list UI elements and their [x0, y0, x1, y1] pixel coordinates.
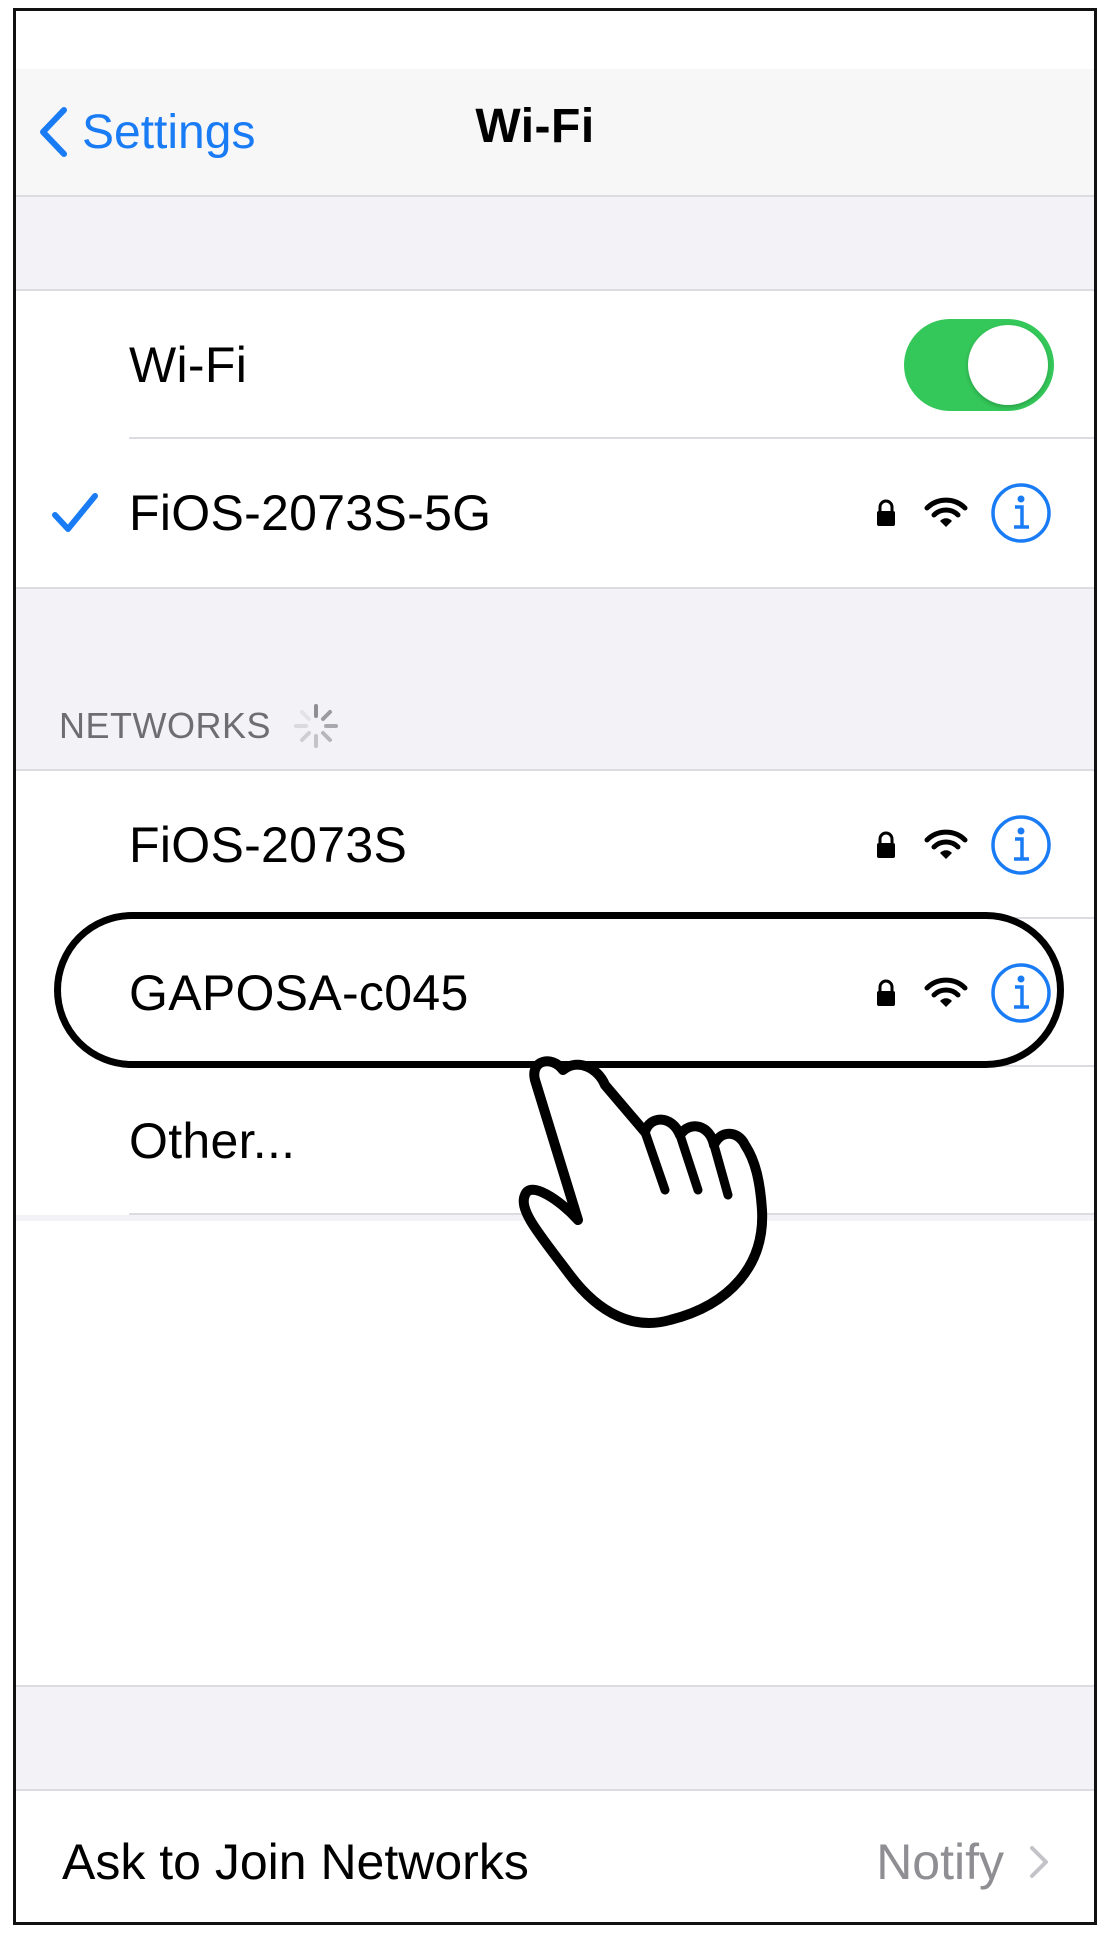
info-icon[interactable] — [990, 482, 1052, 544]
network-row-gaposa[interactable]: GAPOSA-c045 — [16, 919, 1094, 1067]
network-name: GAPOSA-c045 — [129, 965, 469, 1021]
wifi-toggle-row: Wi-Fi — [16, 291, 1094, 439]
network-accessories — [876, 482, 1052, 544]
wifi-icon — [924, 497, 968, 527]
empty-list-area — [16, 1221, 1094, 1685]
page-title: Wi-Fi — [475, 100, 595, 153]
loading-spinner-icon — [294, 704, 339, 748]
network-name: FiOS-2073S — [129, 817, 408, 873]
info-icon[interactable] — [990, 814, 1052, 876]
checkmark-icon — [52, 493, 98, 532]
networks-section-header: NETWORKS — [59, 703, 339, 749]
networks-list: FiOS-2073S GAPOSA-c045 Other... — [16, 769, 1094, 1215]
other-network-row[interactable]: Other... — [16, 1067, 1094, 1215]
other-network-label: Other... — [129, 1113, 296, 1169]
network-accessories — [876, 814, 1052, 876]
phone-screen: Settings Wi-Fi Wi-Fi FiOS-2073S-5G NETWO… — [13, 8, 1097, 1925]
wifi-icon — [924, 829, 968, 859]
ask-to-join-value: Notify — [876, 1834, 1004, 1890]
wifi-group: Wi-Fi FiOS-2073S-5G — [16, 289, 1094, 589]
lock-icon — [877, 979, 895, 1006]
section-divider — [16, 1685, 1094, 1687]
connected-network-row[interactable]: FiOS-2073S-5G — [16, 439, 1094, 587]
wifi-toggle-switch[interactable] — [904, 319, 1054, 411]
wifi-toggle-label: Wi-Fi — [129, 337, 248, 393]
wifi-icon — [924, 977, 968, 1007]
network-accessories — [876, 962, 1052, 1024]
ask-to-join-label: Ask to Join Networks — [62, 1834, 529, 1890]
chevron-right-icon — [1030, 1846, 1048, 1878]
status-bar-area — [16, 11, 1094, 69]
lock-icon — [877, 831, 895, 858]
connected-network-name: FiOS-2073S-5G — [129, 485, 492, 541]
info-icon[interactable] — [990, 962, 1052, 1024]
lock-icon — [877, 499, 895, 526]
network-row[interactable]: FiOS-2073S — [16, 771, 1094, 919]
ask-to-join-row[interactable]: Ask to Join Networks Notify — [16, 1789, 1094, 1922]
navigation-bar: Settings Wi-Fi — [16, 69, 1094, 197]
toggle-knob — [968, 325, 1048, 405]
networks-header-label: NETWORKS — [59, 705, 272, 746]
row-separator — [129, 1213, 1094, 1215]
